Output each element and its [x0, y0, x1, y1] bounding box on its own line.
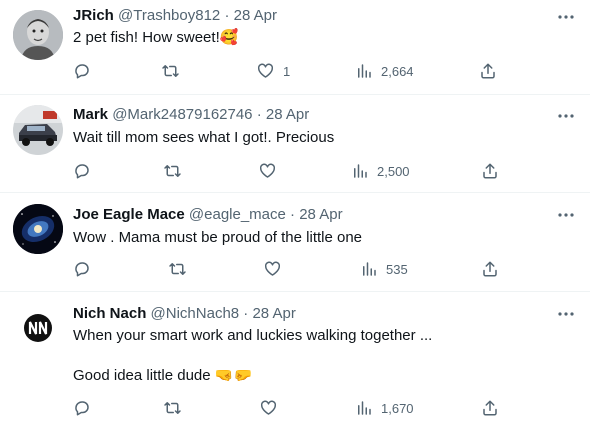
avatar[interactable] [13, 105, 63, 155]
action-bar: 535 [73, 257, 503, 281]
more-icon[interactable] [556, 205, 576, 225]
like-button[interactable] [263, 257, 290, 281]
like-icon [257, 63, 274, 78]
share-button[interactable] [481, 396, 499, 420]
separator: · [243, 305, 249, 322]
share-button[interactable] [481, 257, 499, 281]
like-button[interactable] [258, 159, 285, 183]
tweet[interactable]: Nich Nach @NichNach8 · 28 Apr When your … [0, 292, 590, 426]
views-button[interactable]: 2,664 [355, 59, 414, 83]
avatar[interactable] [13, 303, 63, 353]
tweet[interactable]: JRich @Trashboy812 · 28 Apr 2 pet fish! … [0, 0, 590, 95]
share-icon [483, 163, 497, 179]
tweet[interactable]: Joe Eagle Mace @eagle_mace · 28 Apr Wow … [0, 193, 590, 292]
reply-button[interactable] [73, 257, 99, 281]
tweet-header: Joe Eagle Mace @eagle_mace · 28 Apr [73, 205, 343, 225]
views-count: 1,670 [381, 400, 414, 416]
reply-icon [75, 164, 89, 179]
tweet-text: Wait till mom sees what I got!. Precious [73, 128, 334, 148]
repost-button[interactable] [163, 159, 190, 183]
views-icon [358, 401, 371, 415]
share-icon [483, 400, 497, 416]
share-button[interactable] [481, 159, 499, 183]
share-button[interactable] [479, 59, 497, 83]
like-button[interactable]: 1 [256, 59, 290, 83]
repost-button[interactable] [168, 257, 195, 281]
reply-icon [75, 401, 89, 416]
like-icon [259, 163, 276, 178]
tweet-header: JRich @Trashboy812 · 28 Apr [73, 6, 277, 26]
display-name[interactable]: JRich [73, 7, 114, 24]
tweet-text: When your smart work and luckies walking… [73, 326, 432, 386]
views-icon [354, 164, 367, 178]
reply-icon [75, 64, 89, 79]
views-button[interactable]: 2,500 [351, 159, 410, 183]
views-count: 2,500 [377, 163, 410, 179]
like-button[interactable] [259, 396, 286, 420]
tweet-text-line: Wow . Mama must be proud of the little o… [73, 229, 363, 246]
views-button[interactable]: 1,670 [355, 396, 414, 420]
timestamp[interactable]: 28 Apr [234, 7, 277, 24]
avatar[interactable] [13, 204, 63, 254]
more-icon[interactable] [556, 7, 576, 27]
tweet-text-line: Good idea little dude 🤜🤛 [73, 367, 253, 384]
tweet-text-line [73, 346, 432, 366]
user-handle[interactable]: @Mark24879162746 [112, 106, 252, 123]
repost-icon [164, 165, 181, 177]
reply-button[interactable] [73, 59, 99, 83]
views-count: 2,664 [381, 63, 414, 79]
tweet-text: 2 pet fish! How sweet!🥰 [73, 28, 238, 48]
tweet[interactable]: Mark @Mark24879162746 · 28 Apr Wait till… [0, 95, 590, 193]
repost-icon [169, 263, 186, 275]
reply-button[interactable] [73, 396, 99, 420]
share-icon [483, 261, 497, 277]
avatar[interactable] [13, 10, 63, 60]
tweet-text: Wow . Mama must be proud of the little o… [73, 228, 362, 248]
display-name[interactable]: Mark [73, 106, 108, 123]
more-icon[interactable] [556, 106, 576, 126]
action-bar: 2,500 [73, 159, 503, 183]
like-icon [264, 261, 281, 276]
more-icon[interactable] [556, 304, 576, 324]
views-button[interactable]: 535 [360, 257, 408, 281]
separator: · [290, 206, 296, 223]
separator: · [224, 7, 230, 24]
tweet-text-line: 2 pet fish! How sweet!🥰 [73, 29, 239, 46]
tweet-text-line: Wait till mom sees what I got!. Precious [73, 129, 335, 146]
action-bar: 1 2,664 [73, 59, 503, 83]
repost-button[interactable] [161, 59, 188, 83]
tweet-text-line: When your smart work and luckies walking… [73, 327, 433, 344]
tweet-header: Mark @Mark24879162746 · 28 Apr [73, 105, 309, 125]
like-count: 1 [283, 63, 291, 79]
display-name[interactable]: Joe Eagle Mace [73, 206, 185, 223]
timestamp[interactable]: 28 Apr [299, 206, 342, 223]
timestamp[interactable]: 28 Apr [252, 305, 295, 322]
reply-button[interactable] [73, 159, 99, 183]
action-bar: 1,670 [73, 396, 503, 420]
share-icon [481, 63, 495, 79]
repost-icon [162, 65, 179, 77]
like-icon [260, 400, 277, 415]
views-count: 535 [386, 261, 408, 277]
user-handle[interactable]: @eagle_mace [189, 206, 286, 223]
tweet-header: Nich Nach @NichNach8 · 28 Apr [73, 304, 296, 324]
repost-button[interactable] [163, 396, 190, 420]
repost-icon [164, 402, 181, 414]
user-handle[interactable]: @NichNach8 [151, 305, 240, 322]
views-icon [358, 64, 371, 78]
separator: · [256, 106, 262, 123]
display-name[interactable]: Nich Nach [73, 305, 146, 322]
user-handle[interactable]: @Trashboy812 [118, 7, 220, 24]
timestamp[interactable]: 28 Apr [266, 106, 309, 123]
reply-icon [75, 262, 89, 277]
views-icon [363, 262, 376, 276]
